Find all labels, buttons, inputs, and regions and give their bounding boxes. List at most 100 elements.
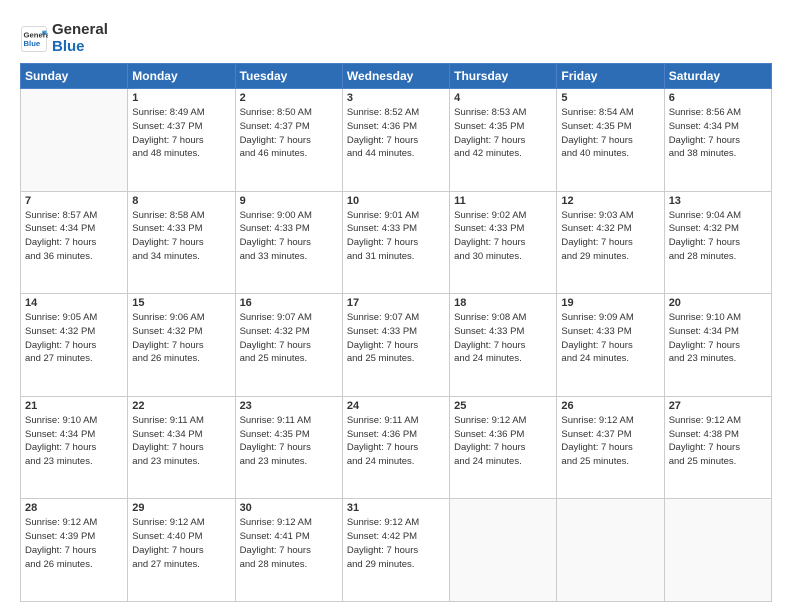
weekday-sunday: Sunday: [21, 64, 128, 89]
day-info: Sunrise: 8:53 AMSunset: 4:35 PMDaylight:…: [454, 106, 552, 161]
day-cell: [664, 499, 771, 602]
day-number: 6: [669, 92, 767, 104]
day-cell: [450, 499, 557, 602]
day-number: 26: [561, 400, 659, 412]
day-cell: 13 Sunrise: 9:04 AMSunset: 4:32 PMDayligh…: [664, 191, 771, 294]
weekday-thursday: Thursday: [450, 64, 557, 89]
day-cell: 15 Sunrise: 9:06 AMSunset: 4:32 PMDayligh…: [128, 294, 235, 397]
day-number: 5: [561, 92, 659, 104]
day-number: 8: [132, 195, 230, 207]
day-cell: 23 Sunrise: 9:11 AMSunset: 4:35 PMDayligh…: [235, 396, 342, 499]
day-cell: 12 Sunrise: 9:03 AMSunset: 4:32 PMDayligh…: [557, 191, 664, 294]
day-info: Sunrise: 9:05 AMSunset: 4:32 PMDaylight:…: [25, 311, 123, 366]
day-number: 1: [132, 92, 230, 104]
day-info: Sunrise: 9:04 AMSunset: 4:32 PMDaylight:…: [669, 209, 767, 264]
day-cell: 4 Sunrise: 8:53 AMSunset: 4:35 PMDaylight…: [450, 89, 557, 192]
day-number: 18: [454, 297, 552, 309]
day-cell: 2 Sunrise: 8:50 AMSunset: 4:37 PMDaylight…: [235, 89, 342, 192]
day-cell: 31 Sunrise: 9:12 AMSunset: 4:42 PMDayligh…: [342, 499, 449, 602]
day-info: Sunrise: 9:12 AMSunset: 4:37 PMDaylight:…: [561, 414, 659, 469]
day-info: Sunrise: 9:12 AMSunset: 4:41 PMDaylight:…: [240, 516, 338, 571]
day-number: 13: [669, 195, 767, 207]
day-info: Sunrise: 9:00 AMSunset: 4:33 PMDaylight:…: [240, 209, 338, 264]
day-cell: 22 Sunrise: 9:11 AMSunset: 4:34 PMDayligh…: [128, 396, 235, 499]
day-info: Sunrise: 9:11 AMSunset: 4:35 PMDaylight:…: [240, 414, 338, 469]
day-number: 20: [669, 297, 767, 309]
day-info: Sunrise: 9:12 AMSunset: 4:40 PMDaylight:…: [132, 516, 230, 571]
logo: General Blue General Blue: [20, 22, 108, 55]
day-cell: 5 Sunrise: 8:54 AMSunset: 4:35 PMDaylight…: [557, 89, 664, 192]
day-number: 10: [347, 195, 445, 207]
day-cell: 27 Sunrise: 9:12 AMSunset: 4:38 PMDayligh…: [664, 396, 771, 499]
day-info: Sunrise: 9:11 AMSunset: 4:36 PMDaylight:…: [347, 414, 445, 469]
day-number: 29: [132, 502, 230, 514]
day-cell: 17 Sunrise: 9:07 AMSunset: 4:33 PMDayligh…: [342, 294, 449, 397]
day-info: Sunrise: 9:08 AMSunset: 4:33 PMDaylight:…: [454, 311, 552, 366]
day-number: 21: [25, 400, 123, 412]
day-info: Sunrise: 9:07 AMSunset: 4:33 PMDaylight:…: [347, 311, 445, 366]
day-number: 30: [240, 502, 338, 514]
day-cell: 14Sunrise: 9:05 AMSunset: 4:32 PMDayligh…: [21, 294, 128, 397]
calendar-table: SundayMondayTuesdayWednesdayThursdayFrid…: [20, 63, 772, 602]
day-number: 4: [454, 92, 552, 104]
day-cell: 3 Sunrise: 8:52 AMSunset: 4:36 PMDaylight…: [342, 89, 449, 192]
day-number: 24: [347, 400, 445, 412]
day-info: Sunrise: 8:58 AMSunset: 4:33 PMDaylight:…: [132, 209, 230, 264]
day-cell: 18 Sunrise: 9:08 AMSunset: 4:33 PMDayligh…: [450, 294, 557, 397]
day-info: Sunrise: 9:02 AMSunset: 4:33 PMDaylight:…: [454, 209, 552, 264]
day-cell: 19 Sunrise: 9:09 AMSunset: 4:33 PMDayligh…: [557, 294, 664, 397]
day-info: Sunrise: 9:12 AMSunset: 4:36 PMDaylight:…: [454, 414, 552, 469]
day-cell: 25Sunrise: 9:12 AMSunset: 4:36 PMDayligh…: [450, 396, 557, 499]
day-number: 28: [25, 502, 123, 514]
day-number: 15: [132, 297, 230, 309]
day-info: Sunrise: 8:50 AMSunset: 4:37 PMDaylight:…: [240, 106, 338, 161]
day-info: Sunrise: 9:09 AMSunset: 4:33 PMDaylight:…: [561, 311, 659, 366]
week-row-3: 14Sunrise: 9:05 AMSunset: 4:32 PMDayligh…: [21, 294, 772, 397]
day-info: Sunrise: 8:52 AMSunset: 4:36 PMDaylight:…: [347, 106, 445, 161]
day-number: 31: [347, 502, 445, 514]
day-cell: 20 Sunrise: 9:10 AMSunset: 4:34 PMDayligh…: [664, 294, 771, 397]
day-info: Sunrise: 9:03 AMSunset: 4:32 PMDaylight:…: [561, 209, 659, 264]
day-cell: 8 Sunrise: 8:58 AMSunset: 4:33 PMDaylight…: [128, 191, 235, 294]
day-number: 17: [347, 297, 445, 309]
day-info: Sunrise: 8:49 AMSunset: 4:37 PMDaylight:…: [132, 106, 230, 161]
day-cell: 29 Sunrise: 9:12 AMSunset: 4:40 PMDayligh…: [128, 499, 235, 602]
logo-icon: General Blue: [20, 25, 48, 53]
day-info: Sunrise: 9:11 AMSunset: 4:34 PMDaylight:…: [132, 414, 230, 469]
day-cell: 24 Sunrise: 9:11 AMSunset: 4:36 PMDayligh…: [342, 396, 449, 499]
day-info: Sunrise: 9:07 AMSunset: 4:32 PMDaylight:…: [240, 311, 338, 366]
logo-blue: Blue: [52, 39, 108, 56]
day-number: 12: [561, 195, 659, 207]
logo-general: General: [52, 22, 108, 39]
day-info: Sunrise: 8:54 AMSunset: 4:35 PMDaylight:…: [561, 106, 659, 161]
day-number: 23: [240, 400, 338, 412]
svg-text:Blue: Blue: [24, 39, 41, 48]
week-row-4: 21Sunrise: 9:10 AMSunset: 4:34 PMDayligh…: [21, 396, 772, 499]
day-info: Sunrise: 9:12 AMSunset: 4:38 PMDaylight:…: [669, 414, 767, 469]
week-row-1: 1 Sunrise: 8:49 AMSunset: 4:37 PMDaylight…: [21, 89, 772, 192]
day-info: Sunrise: 9:12 AMSunset: 4:39 PMDaylight:…: [25, 516, 123, 571]
day-number: 11: [454, 195, 552, 207]
day-cell: [557, 499, 664, 602]
day-number: 22: [132, 400, 230, 412]
day-number: 19: [561, 297, 659, 309]
day-cell: 1 Sunrise: 8:49 AMSunset: 4:37 PMDaylight…: [128, 89, 235, 192]
day-number: 27: [669, 400, 767, 412]
day-number: 9: [240, 195, 338, 207]
day-cell: 16Sunrise: 9:07 AMSunset: 4:32 PMDayligh…: [235, 294, 342, 397]
day-cell: 11 Sunrise: 9:02 AMSunset: 4:33 PMDayligh…: [450, 191, 557, 294]
day-cell: 26 Sunrise: 9:12 AMSunset: 4:37 PMDayligh…: [557, 396, 664, 499]
day-cell: 7Sunrise: 8:57 AMSunset: 4:34 PMDaylight…: [21, 191, 128, 294]
day-cell: 10 Sunrise: 9:01 AMSunset: 4:33 PMDayligh…: [342, 191, 449, 294]
day-info: Sunrise: 9:12 AMSunset: 4:42 PMDaylight:…: [347, 516, 445, 571]
day-info: Sunrise: 9:10 AMSunset: 4:34 PMDaylight:…: [669, 311, 767, 366]
weekday-friday: Friday: [557, 64, 664, 89]
weekday-tuesday: Tuesday: [235, 64, 342, 89]
day-info: Sunrise: 9:01 AMSunset: 4:33 PMDaylight:…: [347, 209, 445, 264]
day-info: Sunrise: 8:56 AMSunset: 4:34 PMDaylight:…: [669, 106, 767, 161]
day-number: 3: [347, 92, 445, 104]
day-number: 2: [240, 92, 338, 104]
weekday-wednesday: Wednesday: [342, 64, 449, 89]
header: General Blue General Blue: [20, 18, 772, 55]
day-info: Sunrise: 9:06 AMSunset: 4:32 PMDaylight:…: [132, 311, 230, 366]
